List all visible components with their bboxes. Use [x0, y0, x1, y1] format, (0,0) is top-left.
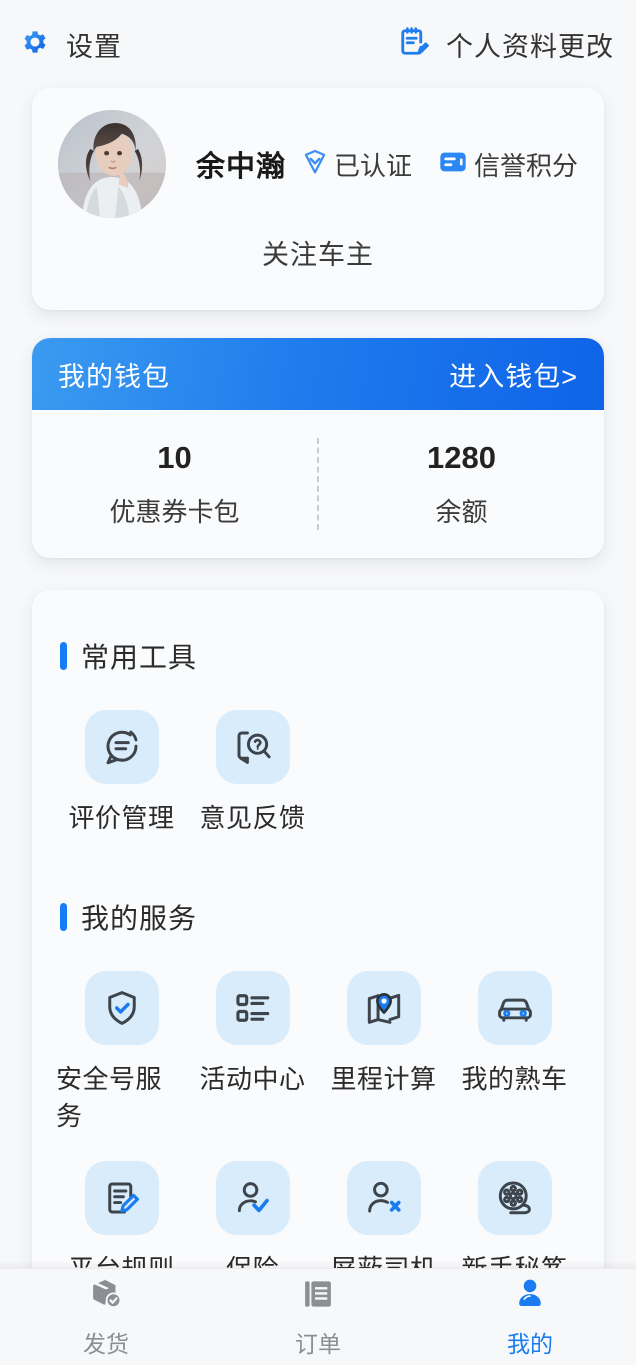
- page-header: 设置 个人资料更改: [0, 0, 636, 88]
- profile-edit-button[interactable]: 个人资料更改: [396, 24, 614, 65]
- edit-profile-icon: [396, 24, 432, 65]
- comment-lines-icon: [84, 710, 159, 784]
- tab-shipping[interactable]: 发货: [0, 1276, 212, 1359]
- person-x-icon: [346, 1161, 421, 1235]
- wallet-title: 我的钱包: [58, 361, 170, 392]
- wallet-stats: 10 优惠券卡包 1280 余额: [32, 410, 604, 558]
- tab-label: 订单: [295, 1330, 341, 1357]
- package-check-icon: [88, 1276, 124, 1317]
- profile-top-row: 余中瀚 已认证 信誉积分: [32, 88, 604, 218]
- service-label: 活动中心: [199, 1064, 306, 1094]
- feedback-search-icon: [215, 710, 290, 784]
- verified-badge[interactable]: 已认证: [300, 146, 412, 183]
- credit-label: 信誉积分: [473, 150, 578, 181]
- credit-card-icon: [437, 146, 469, 183]
- service-label: 安全号服务: [56, 1064, 163, 1131]
- document-pen-icon: [84, 1161, 159, 1235]
- tool-item-feedback[interactable]: 意见反馈: [187, 702, 318, 851]
- map-pin-icon: [346, 971, 421, 1045]
- shield-check-icon: [84, 971, 159, 1045]
- section-header-tools: 常用工具: [32, 590, 604, 676]
- tab-label: 我的: [507, 1330, 553, 1357]
- person-icon: [512, 1276, 548, 1317]
- section-accent-bar: [60, 903, 67, 931]
- stat-label: 优惠券卡包: [109, 496, 240, 527]
- service-item-activity-center[interactable]: 活动中心: [187, 963, 318, 1149]
- stat-label: 余额: [435, 496, 488, 527]
- tab-profile[interactable]: 我的: [424, 1276, 636, 1359]
- section-header-services: 我的服务: [32, 851, 604, 937]
- order-document-icon: [300, 1276, 336, 1317]
- service-label: 我的熟车: [461, 1064, 568, 1094]
- service-item-familiar-cars[interactable]: 我的熟车: [449, 963, 580, 1149]
- profile-info: 余中瀚 已认证 信誉积分: [166, 143, 578, 185]
- gear-icon: [18, 25, 52, 64]
- wallet-stat-balance[interactable]: 1280 余额: [319, 410, 604, 558]
- verified-shield-icon: [300, 147, 330, 182]
- service-item-mileage[interactable]: 里程计算: [318, 963, 449, 1149]
- follow-owner-button[interactable]: 关注车主: [32, 233, 604, 272]
- settings-label: 设置: [66, 31, 122, 62]
- wallet-stat-coupons[interactable]: 10 优惠券卡包: [32, 410, 317, 558]
- service-item-safe-number[interactable]: 安全号服务: [56, 963, 187, 1149]
- tab-label: 发货: [83, 1330, 129, 1357]
- stat-value: 10: [157, 439, 192, 475]
- wallet-header: 我的钱包 进入钱包>: [32, 338, 604, 410]
- stat-value: 1280: [427, 439, 496, 475]
- section-accent-bar: [60, 642, 67, 670]
- settings-button[interactable]: 设置: [18, 25, 122, 64]
- avatar[interactable]: [58, 110, 166, 218]
- tool-label: 评价管理: [68, 803, 175, 833]
- list-icon: [215, 971, 290, 1045]
- profile-edit-label: 个人资料更改: [446, 31, 614, 62]
- section-title: 常用工具: [81, 642, 198, 673]
- verified-label: 已认证: [334, 150, 413, 181]
- credit-score-button[interactable]: 信誉积分: [437, 146, 578, 183]
- person-check-icon: [215, 1161, 290, 1235]
- film-reel-icon: [477, 1161, 552, 1235]
- user-name: 余中瀚: [196, 151, 287, 183]
- service-label: 里程计算: [330, 1064, 437, 1094]
- tab-orders[interactable]: 订单: [212, 1276, 424, 1359]
- scroll-shadow: [0, 1260, 636, 1268]
- tools-grid: 评价管理 意见反馈: [32, 676, 604, 851]
- tool-label: 意见反馈: [199, 803, 306, 833]
- tools-services-card: 常用工具 评价管理 意见反馈 我的服务 安全号服务 活动中心 里程计算 我的熟车: [32, 590, 604, 1322]
- tool-item-review-management[interactable]: 评价管理: [56, 702, 187, 851]
- enter-wallet-link[interactable]: 进入钱包>: [449, 355, 578, 394]
- services-grid: 安全号服务 活动中心 里程计算 我的熟车: [32, 937, 604, 1302]
- bottom-tab-bar: 发货 订单 我的: [0, 1268, 636, 1365]
- wallet-card: 我的钱包 进入钱包> 10 优惠券卡包 1280 余额: [32, 338, 604, 558]
- profile-card[interactable]: 余中瀚 已认证 信誉积分 关注车主: [32, 88, 604, 310]
- car-icon: [477, 971, 552, 1045]
- section-title: 我的服务: [81, 903, 198, 934]
